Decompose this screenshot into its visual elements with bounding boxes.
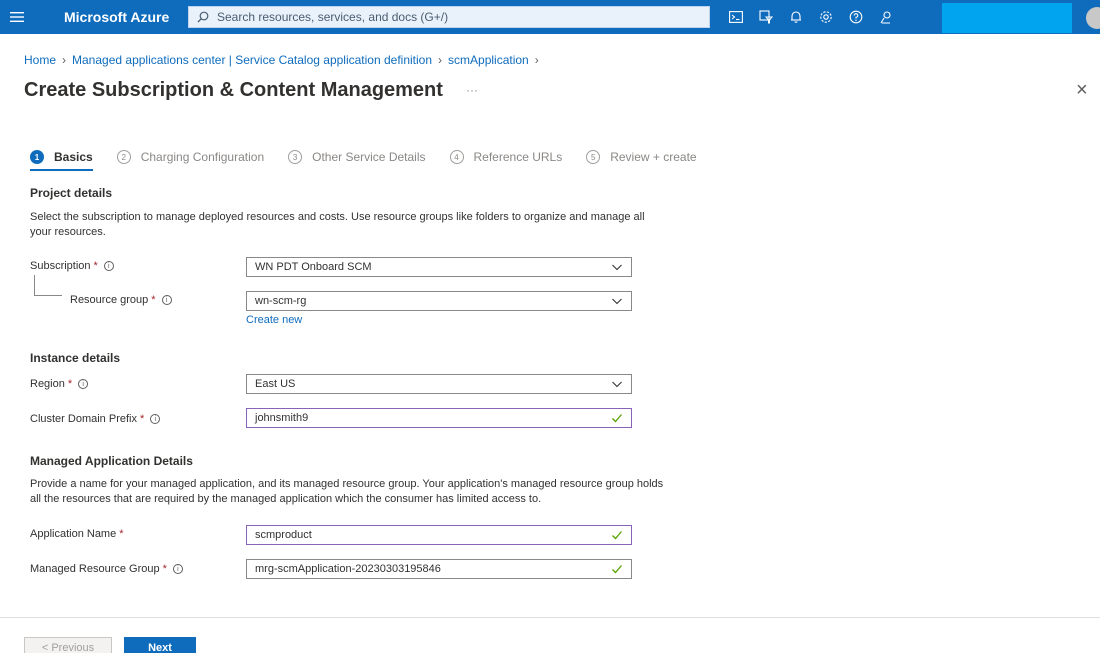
more-options-icon[interactable]: ··· [466,83,478,97]
managed-application-description: Provide a name for your managed applicat… [30,478,664,505]
application-name-input[interactable]: scmproduct [246,525,632,545]
subscription-value: WN PDT Onboard SCM [255,261,372,273]
application-name-value: scmproduct [255,529,312,541]
notifications-icon[interactable] [784,0,808,34]
chevron-right-icon: › [438,53,443,67]
create-new-link[interactable]: Create new [246,314,302,326]
chevron-right-icon: › [62,53,67,67]
resource-group-dropdown[interactable]: wn-scm-rg [246,291,632,311]
step-number-badge: 4 [449,150,464,164]
application-name-label: Application Name * [30,528,124,540]
field-label-text: Subscription [30,260,91,272]
subscription-label: Subscription * i [30,260,114,272]
tab-basics[interactable]: 1 Basics [30,150,93,171]
region-value: East US [255,378,296,390]
resource-group-value: wn-scm-rg [255,295,307,307]
step-label: Other Service Details [312,150,426,164]
checkmark-icon [611,563,623,578]
field-label-text: Application Name [30,528,117,540]
info-icon[interactable]: i [172,564,183,574]
step-label: Reference URLs [473,150,563,164]
required-asterisk: * [151,294,156,306]
tree-connector [34,295,62,296]
step-label: Charging Configuration [140,150,265,164]
resource-group-label: Resource group * i [70,294,172,306]
footer-divider [0,617,1100,618]
chevron-down-icon [611,378,623,393]
required-asterisk: * [139,413,145,425]
required-asterisk: * [67,378,73,390]
managed-resource-group-value: mrg-scmApplication-20230303195846 [255,563,441,575]
breadcrumb-home[interactable]: Home [24,53,56,67]
region-dropdown[interactable]: East US [246,374,632,394]
info-icon[interactable]: i [103,261,114,271]
section-title-instance-details: Instance details [30,351,121,365]
cluster-domain-prefix-input[interactable]: johnsmith9 [246,408,632,428]
page-title: Create Subscription & Content Management [24,79,443,101]
checkmark-icon [611,412,623,427]
field-label-text: Region [30,378,65,390]
managed-resource-group-input[interactable]: mrg-scmApplication-20230303195846 [246,559,632,579]
search-placeholder: Search resources, services, and docs (G+… [217,10,449,24]
field-label-text: Cluster Domain Prefix [30,413,137,425]
step-label: Basics [54,150,93,164]
avatar[interactable] [1086,7,1100,29]
required-asterisk: * [93,260,98,272]
required-asterisk: * [119,528,124,540]
chevron-down-icon [611,261,623,276]
topbar-actions [724,0,904,34]
step-number-badge: 5 [586,150,601,164]
checkmark-icon [611,529,623,544]
info-icon[interactable]: i [150,414,161,424]
tab-review-create[interactable]: 5 Review + create [586,150,697,164]
field-label-text: Resource group [70,294,149,306]
info-icon[interactable]: i [78,379,89,389]
field-label-text: Managed Resource Group [30,563,160,575]
search-icon [197,11,209,23]
section-title-managed-application-details: Managed Application Details [30,454,193,468]
breadcrumb-managed-applications-center[interactable]: Managed applications center | Service Ca… [72,53,432,67]
info-icon[interactable]: i [161,295,172,305]
account-menu[interactable] [942,3,1072,33]
required-asterisk: * [162,563,167,575]
top-navigation-bar: Microsoft Azure Search resources, servic… [0,0,1100,34]
tab-reference-urls[interactable]: 4 Reference URLs [449,150,563,164]
breadcrumb: Home › Managed applications center | Ser… [24,53,545,67]
cluster-domain-prefix-label: Cluster Domain Prefix * i [30,413,161,425]
next-button[interactable]: Next [124,637,196,653]
help-icon[interactable] [844,0,868,34]
close-icon[interactable]: × [1076,80,1088,100]
step-number-badge: 2 [116,150,131,164]
cluster-domain-prefix-value: johnsmith9 [255,412,309,424]
step-label: Review + create [610,150,697,164]
step-number-badge: 3 [288,150,303,164]
chevron-down-icon [611,295,623,310]
region-label: Region * i [30,378,89,390]
tree-connector [34,275,35,295]
step-number-badge: 1 [30,150,44,164]
hamburger-menu-icon[interactable] [0,0,34,34]
global-search-input[interactable]: Search resources, services, and docs (G+… [188,6,710,28]
tab-other-service-details[interactable]: 3 Other Service Details [288,150,426,164]
settings-icon[interactable] [814,0,838,34]
wizard-steps: 1 Basics 2 Charging Configuration 3 Othe… [30,150,721,171]
chevron-right-icon: › [534,53,539,67]
tab-charging-configuration[interactable]: 2 Charging Configuration [116,150,265,164]
breadcrumb-scmapplication[interactable]: scmApplication [448,53,529,67]
cloud-shell-icon[interactable] [724,0,748,34]
managed-resource-group-label: Managed Resource Group * i [30,563,183,575]
project-details-description: Select the subscription to manage deploy… [30,211,645,238]
subscription-dropdown[interactable]: WN PDT Onboard SCM [246,257,632,277]
previous-button[interactable]: < Previous [24,637,112,653]
section-title-project-details: Project details [30,186,113,200]
directory-filter-icon[interactable] [754,0,778,34]
feedback-icon[interactable] [874,0,898,34]
